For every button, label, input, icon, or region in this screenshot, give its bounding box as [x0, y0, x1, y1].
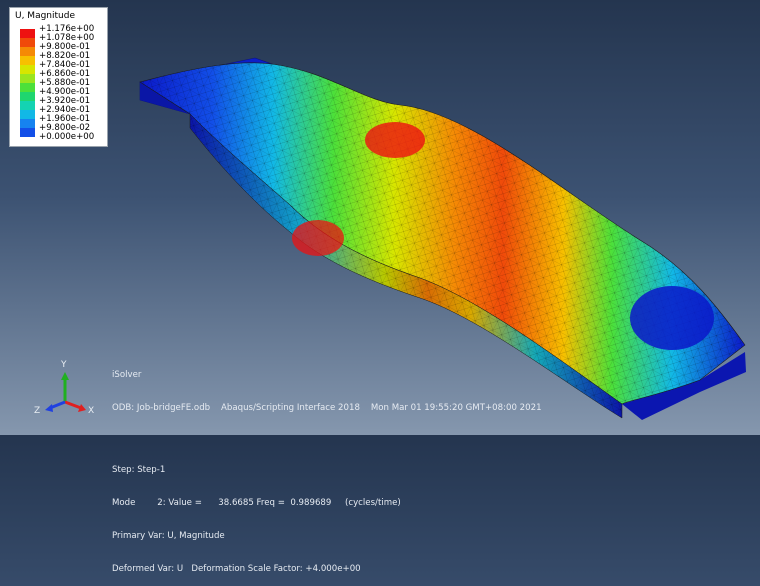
legend-swatch — [20, 29, 35, 38]
y-axis-label: Y — [61, 360, 67, 370]
legend-swatch — [20, 74, 35, 83]
legend-swatch — [20, 92, 35, 101]
legend-swatch — [20, 56, 35, 65]
legend-swatch — [20, 47, 35, 56]
step-info: Step: Step-1 — [112, 465, 166, 475]
deformed-var-info: Deformed Var: U Deformation Scale Factor… — [112, 564, 361, 574]
x-axis-label: X — [88, 406, 95, 416]
contour-legend: U, Magnitude +1.176e+00 +1.078e+00 +9.800e… — [9, 7, 108, 147]
legend-title: U, Magnitude — [15, 11, 75, 21]
legend-swatch — [20, 83, 35, 92]
legend-swatch — [20, 101, 35, 110]
legend-value-label: +0.000e+00 — [39, 132, 95, 142]
solver-label: iSolver — [112, 370, 142, 380]
legend-color-bar — [20, 29, 35, 137]
model-info-panel: iSolver ODB: Job-bridgeFE.odb Abaqus/Scr… — [112, 348, 542, 586]
primary-var-info: Primary Var: U, Magnitude — [112, 531, 225, 541]
legend-swatch — [20, 128, 35, 137]
z-axis-label: Z — [34, 406, 41, 416]
axis-triad: Y X Z — [28, 358, 108, 422]
legend-swatch — [20, 119, 35, 128]
legend-labels: +1.176e+00 +1.078e+00 +9.800e-01 +8.820e-01… — [39, 25, 94, 142]
legend-swatch — [20, 110, 35, 119]
legend-swatch — [20, 65, 35, 74]
legend-swatch — [20, 38, 35, 47]
odb-info: ODB: Job-bridgeFE.odb Abaqus/Scripting I… — [112, 403, 542, 413]
mode-info: Mode 2: Value = 38.6685 Freq = 0.989689 … — [112, 498, 401, 508]
